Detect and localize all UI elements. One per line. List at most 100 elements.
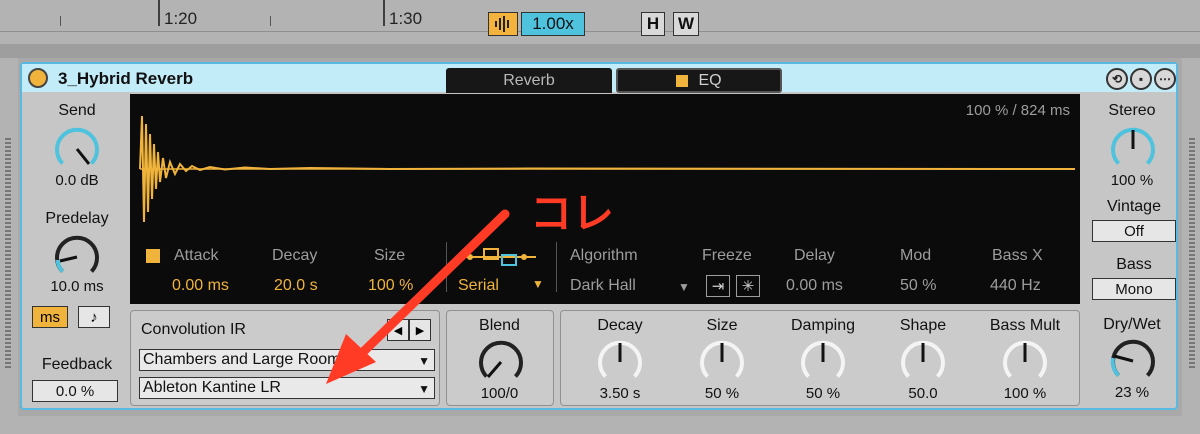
- tab-eq-label: EQ: [698, 71, 722, 89]
- bass-label: Bass: [1116, 256, 1152, 273]
- waveform-toggle-button[interactable]: [488, 12, 518, 36]
- decay-value[interactable]: 20.0 s: [274, 277, 318, 295]
- algo-damping-label: Damping: [790, 317, 856, 334]
- predelay-label: Predelay: [45, 210, 109, 227]
- ruler-tick: [383, 0, 385, 26]
- tab-eq[interactable]: EQ: [616, 68, 782, 93]
- convolution-section: Convolution IR ◀ ▶ Chambers and Large Ro…: [130, 310, 440, 406]
- bottom-strip: [0, 416, 1200, 434]
- w-button[interactable]: W: [673, 12, 699, 36]
- hot-swap-icon[interactable]: ⟲: [1106, 68, 1128, 90]
- bassx-value[interactable]: 440 Hz: [990, 277, 1041, 295]
- drywet-value: 23 %: [1114, 384, 1150, 401]
- mod-label: Mod: [900, 247, 932, 264]
- clip-strip: [0, 44, 1200, 58]
- chevron-down-icon: ▼: [418, 382, 430, 396]
- track-left-edge: [0, 58, 18, 434]
- device-titlebar[interactable]: 3_Hybrid Reverb Reverb EQ ⟲ ▪ ⋯: [22, 64, 1176, 93]
- vintage-select[interactable]: Off: [1092, 220, 1176, 242]
- track-meter: [1189, 138, 1195, 368]
- routing-caret-icon[interactable]: ▼: [532, 277, 544, 291]
- track-meter: [5, 138, 11, 368]
- more-options-icon[interactable]: ⋯: [1154, 68, 1176, 90]
- stereo-value: 100 %: [1110, 172, 1154, 189]
- ir-value: Ableton Kantine LR: [143, 379, 281, 396]
- ruler-label: 1:20: [164, 9, 198, 28]
- attack-value[interactable]: 0.00 ms: [172, 277, 229, 295]
- algo-shape-value: 50.0: [908, 385, 938, 402]
- algo-bassmult-value: 100 %: [1003, 385, 1047, 402]
- stereo-label: Stereo: [1108, 102, 1156, 119]
- attack-label: Attack: [174, 247, 219, 264]
- feedback-label: Feedback: [41, 356, 113, 373]
- chevron-down-icon: ▼: [418, 354, 430, 368]
- arrangement-timeline[interactable]: 1:20 1:30 1.00x H W: [0, 0, 1200, 58]
- convolution-ir-label: Convolution IR: [141, 321, 246, 338]
- algo-shape-label: Shape: [899, 317, 947, 334]
- blend-section: Blend 100/0: [446, 310, 554, 406]
- prev-ir-button[interactable]: ◀: [387, 319, 409, 341]
- h-button[interactable]: H: [641, 12, 665, 36]
- device-title: 3_Hybrid Reverb: [58, 69, 194, 88]
- algorithm-caret-icon[interactable]: ▼: [678, 280, 690, 294]
- note-mode-button[interactable]: ♪: [78, 306, 110, 328]
- track-right-edge: [1182, 58, 1200, 434]
- drywet-label: Dry/Wet: [1103, 316, 1161, 333]
- annotation-text: コレ: [530, 190, 615, 237]
- predelay-knob[interactable]: [52, 232, 102, 282]
- vintage-label: Vintage: [1107, 198, 1161, 215]
- zoom-value[interactable]: 1.00x: [521, 12, 585, 36]
- freeze-in-button[interactable]: ⇥: [706, 275, 730, 297]
- next-ir-button[interactable]: ▶: [409, 319, 431, 341]
- send-label: Send: [58, 102, 96, 119]
- algo-bassmult-label: Bass Mult: [989, 317, 1061, 334]
- divider: [556, 242, 557, 292]
- size-label: Size: [374, 247, 406, 264]
- ruler-tick: [60, 16, 61, 26]
- algo-decay-value: 3.50 s: [599, 385, 641, 402]
- bass-mono-button[interactable]: Mono: [1092, 278, 1176, 300]
- mod-value[interactable]: 50 %: [900, 277, 936, 295]
- device-activator-button[interactable]: [28, 68, 48, 88]
- time-ruler[interactable]: 1:20 1:30: [0, 0, 1200, 32]
- delay-label: Delay: [794, 247, 835, 264]
- blend-value: 100/0: [480, 385, 519, 402]
- decay-label: Decay: [272, 247, 318, 264]
- blend-label: Blend: [479, 317, 520, 334]
- send-knob[interactable]: [52, 124, 102, 174]
- algorithm-label: Algorithm: [570, 247, 638, 264]
- freeze-label: Freeze: [702, 247, 752, 264]
- freeze-button[interactable]: ✳: [736, 275, 760, 297]
- algo-size-value: 50 %: [704, 385, 740, 402]
- bassx-label: Bass X: [992, 247, 1043, 264]
- ms-mode-button[interactable]: ms: [32, 306, 68, 328]
- algo-decay-knob[interactable]: [595, 337, 645, 387]
- save-preset-icon[interactable]: ▪: [1130, 68, 1152, 90]
- waveform-icon: [495, 16, 509, 32]
- send-value: 0.0 dB: [55, 172, 99, 189]
- predelay-value: 10.0 ms: [50, 278, 104, 295]
- stereo-knob[interactable]: [1108, 124, 1158, 174]
- delay-value[interactable]: 0.00 ms: [786, 277, 843, 295]
- ir-select[interactable]: Ableton Kantine LR ▼: [139, 377, 435, 399]
- algo-bassmult-knob[interactable]: [1000, 337, 1050, 387]
- algorithm-select[interactable]: Dark Hall: [570, 277, 636, 295]
- blend-knob[interactable]: [476, 337, 526, 387]
- tab-reverb[interactable]: Reverb: [446, 68, 612, 93]
- size-value[interactable]: 100 %: [368, 277, 413, 295]
- algorithm-params-section: Decay 3.50 s Size 50 % Damping 50 % Shap…: [560, 310, 1080, 406]
- algo-damping-value: 50 %: [805, 385, 841, 402]
- algo-size-label: Size: [706, 317, 738, 334]
- algo-size-knob[interactable]: [697, 337, 747, 387]
- ir-category-select[interactable]: Chambers and Large Rooms ▼: [139, 349, 435, 371]
- divider: [446, 242, 447, 292]
- eq-enable-icon[interactable]: [676, 74, 689, 87]
- routing-select[interactable]: Serial: [458, 277, 499, 295]
- algo-shape-knob[interactable]: [898, 337, 948, 387]
- attack-toggle-icon[interactable]: [146, 249, 160, 263]
- feedback-field[interactable]: 0.0 %: [32, 380, 118, 402]
- ruler-tick: [158, 0, 160, 26]
- drywet-knob[interactable]: [1108, 336, 1158, 386]
- ruler-label: 1:30: [389, 9, 423, 28]
- algo-damping-knob[interactable]: [798, 337, 848, 387]
